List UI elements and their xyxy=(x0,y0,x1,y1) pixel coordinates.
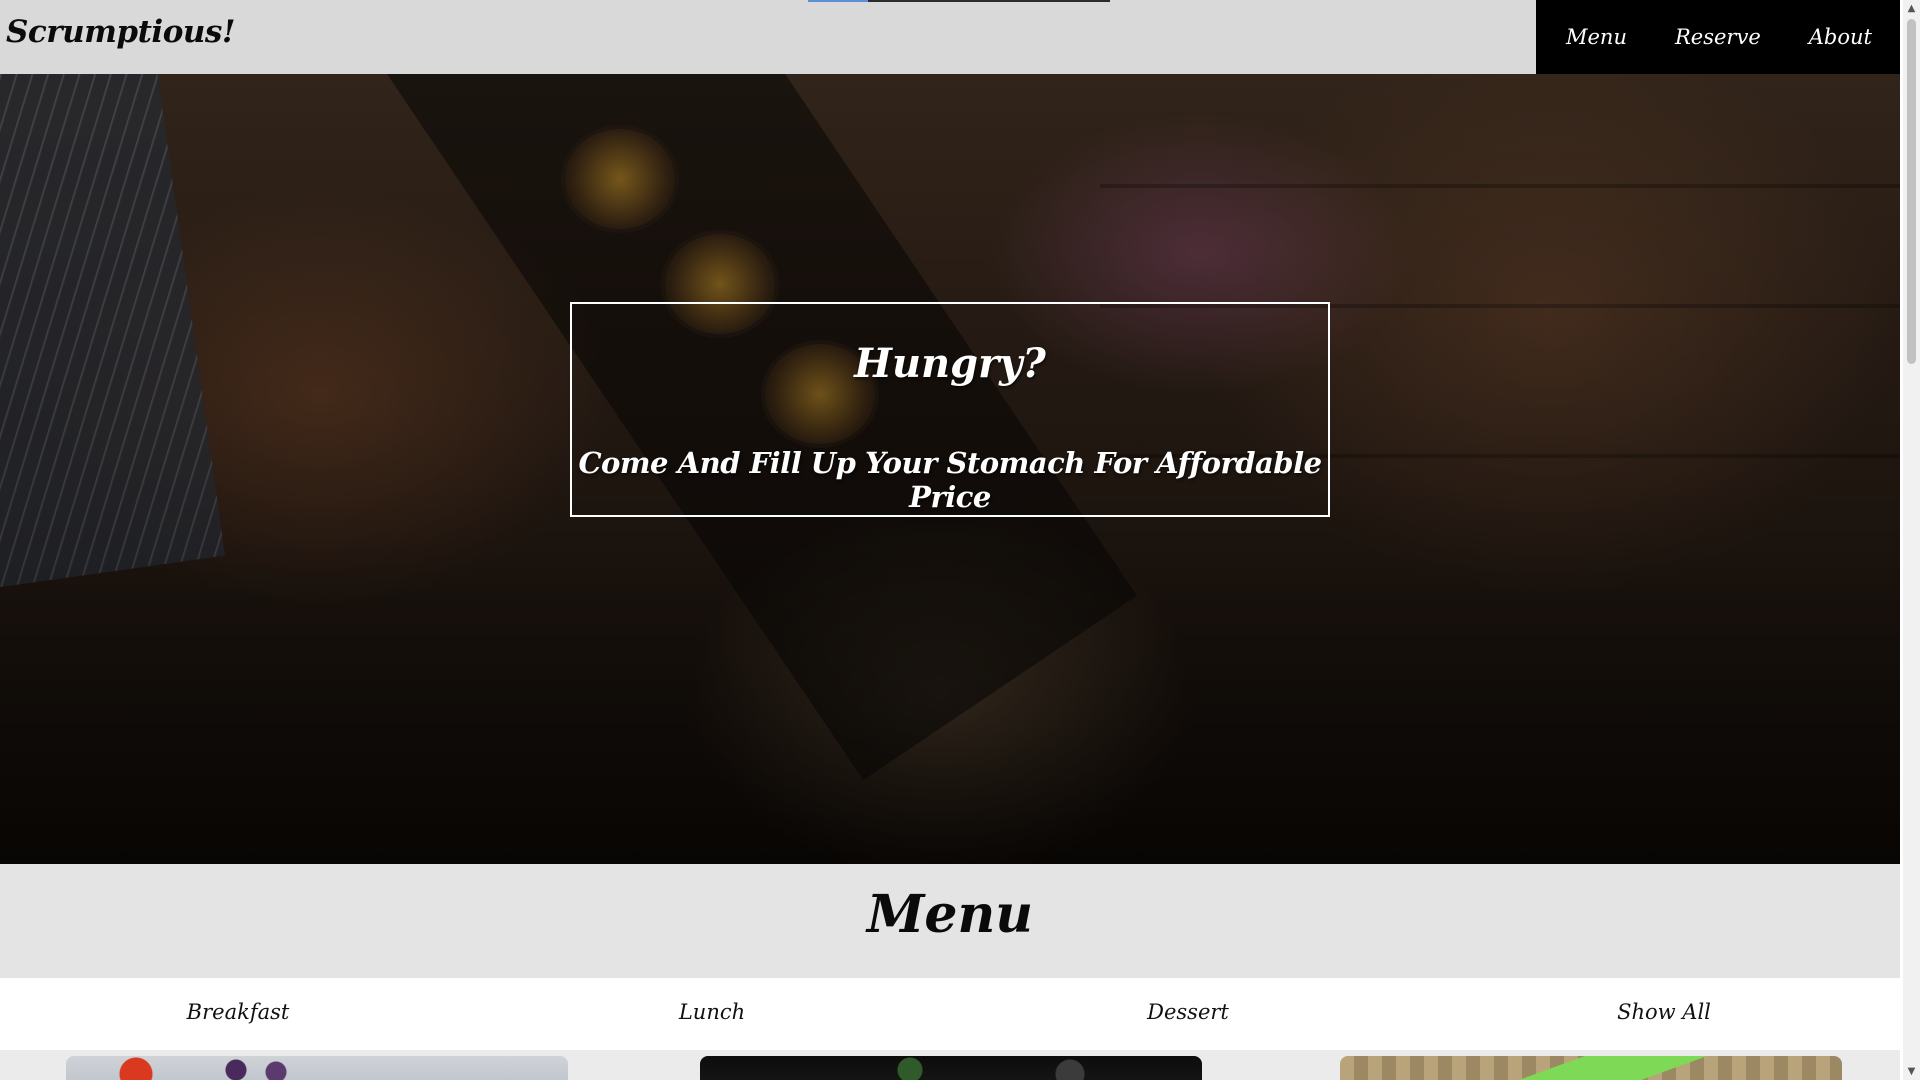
menu-card-image[interactable] xyxy=(66,1056,568,1080)
menu-heading: Menu xyxy=(866,884,1034,945)
hero-title: Hungry? xyxy=(854,340,1046,387)
page: Scrumptious! Menu Reserve About Hungry? … xyxy=(0,0,1920,1080)
scroll-progress-bar xyxy=(808,0,1110,2)
scroll-up-arrow-icon[interactable]: ▲ xyxy=(1903,0,1920,17)
menu-card-image[interactable] xyxy=(700,1056,1202,1080)
tab-lunch[interactable]: Lunch xyxy=(612,1000,812,1024)
nav-item-menu[interactable]: Menu xyxy=(1566,25,1627,49)
scroll-down-arrow-icon[interactable]: ▼ xyxy=(1903,1063,1920,1080)
hero-text-box: Hungry? Come And Fill Up Your Stomach Fo… xyxy=(570,302,1330,517)
tab-show-all[interactable]: Show All xyxy=(1564,1000,1764,1024)
scroll-progress-fill xyxy=(808,0,869,2)
tab-breakfast[interactable]: Breakfast xyxy=(138,1000,338,1024)
menu-cards xyxy=(0,1050,1900,1080)
main-nav: Menu Reserve About xyxy=(1536,0,1900,74)
menu-tabs: Breakfast Lunch Dessert Show All xyxy=(0,978,1900,1050)
page-scrollbar[interactable]: ▲ ▼ xyxy=(1903,0,1920,1080)
scrollbar-thumb[interactable] xyxy=(1907,19,1916,364)
hero-banner: Hungry? Come And Fill Up Your Stomach Fo… xyxy=(0,74,1900,864)
brand-logo[interactable]: Scrumptious! xyxy=(6,14,235,50)
tab-dessert[interactable]: Dessert xyxy=(1088,1000,1288,1024)
menu-section-header: Menu xyxy=(0,864,1900,978)
nav-item-about[interactable]: About xyxy=(1809,25,1872,49)
nav-item-reserve[interactable]: Reserve xyxy=(1675,25,1761,49)
menu-card-image[interactable] xyxy=(1340,1056,1842,1080)
site-header: Scrumptious! Menu Reserve About xyxy=(0,0,1900,74)
hero-subtitle: Come And Fill Up Your Stomach For Afford… xyxy=(578,446,1322,514)
